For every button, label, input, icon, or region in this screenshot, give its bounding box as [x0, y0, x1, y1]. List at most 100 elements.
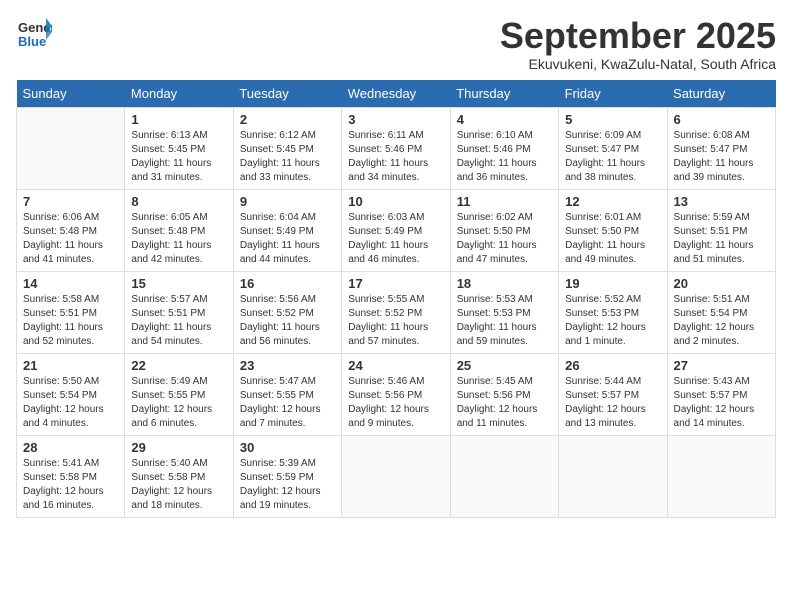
calendar-week-row: 28 Sunrise: 5:41 AMSunset: 5:58 PMDayligh… — [17, 435, 776, 517]
calendar-week-row: 1Sunrise: 6:13 AMSunset: 5:45 PMDaylight… — [17, 107, 776, 189]
day-info: Sunrise: 6:08 AMSunset: 5:47 PMDaylight:… — [674, 129, 769, 185]
table-row: 13 Sunrise: 5:59 AMSunset: 5:51 PMDayligh… — [667, 189, 775, 271]
day-info: Sunrise: 5:49 AMSunset: 5:55 PMDaylight:… — [131, 375, 226, 431]
day-number: 27 — [674, 358, 769, 373]
header-sunday: Sunday — [17, 80, 125, 108]
day-info: Sunrise: 5:43 AMSunset: 5:57 PMDaylight:… — [674, 375, 769, 431]
day-info: Sunrise: 6:12 AMSunset: 5:45 PMDaylight:… — [240, 129, 335, 185]
day-info: Sunrise: 6:05 AMSunset: 5:48 PMDaylight:… — [131, 211, 226, 267]
table-row: 26Sunrise: 5:44 AMSunset: 5:57 PMDayligh… — [559, 353, 667, 435]
title-block: September 2025 Ekuvukeni, KwaZulu-Natal,… — [500, 16, 776, 72]
table-row: 4 Sunrise: 6:10 AMSunset: 5:46 PMDaylight… — [450, 107, 558, 189]
day-number: 23 — [240, 358, 335, 373]
header-monday: Monday — [125, 80, 233, 108]
day-info: Sunrise: 5:47 AMSunset: 5:55 PMDaylight:… — [240, 375, 335, 431]
day-number: 13 — [674, 194, 769, 209]
day-number: 1 — [131, 112, 226, 127]
table-row: 14 Sunrise: 5:58 AMSunset: 5:51 PMDayligh… — [17, 271, 125, 353]
day-info: Sunrise: 6:11 AMSunset: 5:46 PMDaylight:… — [348, 129, 443, 185]
location-subtitle: Ekuvukeni, KwaZulu-Natal, South Africa — [500, 56, 776, 72]
day-number: 12 — [565, 194, 660, 209]
calendar-week-row: 14 Sunrise: 5:58 AMSunset: 5:51 PMDayligh… — [17, 271, 776, 353]
day-number: 10 — [348, 194, 443, 209]
day-number: 28 — [23, 440, 118, 455]
day-info: Sunrise: 6:09 AMSunset: 5:47 PMDaylight:… — [565, 129, 660, 185]
calendar-week-row: 21 Sunrise: 5:50 AMSunset: 5:54 PMDayligh… — [17, 353, 776, 435]
day-info: Sunrise: 5:53 AMSunset: 5:53 PMDaylight:… — [457, 293, 552, 349]
calendar-header-row: Sunday Monday Tuesday Wednesday Thursday… — [17, 80, 776, 108]
day-info: Sunrise: 5:45 AMSunset: 5:56 PMDaylight:… — [457, 375, 552, 431]
day-number: 30 — [240, 440, 335, 455]
day-info: Sunrise: 5:56 AMSunset: 5:52 PMDaylight:… — [240, 293, 335, 349]
table-row: 8 Sunrise: 6:05 AMSunset: 5:48 PMDaylight… — [125, 189, 233, 271]
logo-icon: General Blue — [16, 16, 52, 52]
table-row: 25 Sunrise: 5:45 AMSunset: 5:56 PMDayligh… — [450, 353, 558, 435]
day-number: 6 — [674, 112, 769, 127]
table-row: 1Sunrise: 6:13 AMSunset: 5:45 PMDaylight… — [125, 107, 233, 189]
table-row: 10Sunrise: 6:03 AMSunset: 5:49 PMDayligh… — [342, 189, 450, 271]
day-number: 20 — [674, 276, 769, 291]
table-row: 11Sunrise: 6:02 AMSunset: 5:50 PMDayligh… — [450, 189, 558, 271]
day-number: 25 — [457, 358, 552, 373]
day-number: 8 — [131, 194, 226, 209]
calendar-table: Sunday Monday Tuesday Wednesday Thursday… — [16, 80, 776, 518]
day-info: Sunrise: 5:51 AMSunset: 5:54 PMDaylight:… — [674, 293, 769, 349]
day-number: 14 — [23, 276, 118, 291]
header-wednesday: Wednesday — [342, 80, 450, 108]
table-row: 2 Sunrise: 6:12 AMSunset: 5:45 PMDaylight… — [233, 107, 341, 189]
day-info: Sunrise: 5:40 AMSunset: 5:58 PMDaylight:… — [131, 457, 226, 513]
day-info: Sunrise: 5:39 AMSunset: 5:59 PMDaylight:… — [240, 457, 335, 513]
day-number: 7 — [23, 194, 118, 209]
day-number: 29 — [131, 440, 226, 455]
table-row: 5 Sunrise: 6:09 AMSunset: 5:47 PMDaylight… — [559, 107, 667, 189]
table-row — [667, 435, 775, 517]
header-friday: Friday — [559, 80, 667, 108]
header-saturday: Saturday — [667, 80, 775, 108]
header-tuesday: Tuesday — [233, 80, 341, 108]
table-row: 22 Sunrise: 5:49 AMSunset: 5:55 PMDayligh… — [125, 353, 233, 435]
table-row: 24 Sunrise: 5:46 AMSunset: 5:56 PMDayligh… — [342, 353, 450, 435]
day-info: Sunrise: 5:44 AMSunset: 5:57 PMDaylight:… — [565, 375, 660, 431]
table-row: 7 Sunrise: 6:06 AMSunset: 5:48 PMDaylight… — [17, 189, 125, 271]
day-info: Sunrise: 5:59 AMSunset: 5:51 PMDaylight:… — [674, 211, 769, 267]
table-row: 9Sunrise: 6:04 AMSunset: 5:49 PMDaylight… — [233, 189, 341, 271]
day-info: Sunrise: 5:55 AMSunset: 5:52 PMDaylight:… — [348, 293, 443, 349]
table-row — [450, 435, 558, 517]
day-info: Sunrise: 5:50 AMSunset: 5:54 PMDaylight:… — [23, 375, 118, 431]
day-info: Sunrise: 5:46 AMSunset: 5:56 PMDaylight:… — [348, 375, 443, 431]
table-row: 23 Sunrise: 5:47 AMSunset: 5:55 PMDayligh… — [233, 353, 341, 435]
month-title: September 2025 — [500, 16, 776, 56]
day-number: 3 — [348, 112, 443, 127]
day-info: Sunrise: 5:58 AMSunset: 5:51 PMDaylight:… — [23, 293, 118, 349]
day-number: 22 — [131, 358, 226, 373]
calendar-week-row: 7 Sunrise: 6:06 AMSunset: 5:48 PMDaylight… — [17, 189, 776, 271]
day-info: Sunrise: 5:57 AMSunset: 5:51 PMDaylight:… — [131, 293, 226, 349]
day-number: 16 — [240, 276, 335, 291]
table-row: 27 Sunrise: 5:43 AMSunset: 5:57 PMDayligh… — [667, 353, 775, 435]
table-row: 20 Sunrise: 5:51 AMSunset: 5:54 PMDayligh… — [667, 271, 775, 353]
table-row: 12Sunrise: 6:01 AMSunset: 5:50 PMDayligh… — [559, 189, 667, 271]
table-row — [342, 435, 450, 517]
header-thursday: Thursday — [450, 80, 558, 108]
day-number: 2 — [240, 112, 335, 127]
logo: General Blue — [16, 16, 56, 57]
day-number: 24 — [348, 358, 443, 373]
day-number: 15 — [131, 276, 226, 291]
table-row: 15 Sunrise: 5:57 AMSunset: 5:51 PMDayligh… — [125, 271, 233, 353]
table-row: 18 Sunrise: 5:53 AMSunset: 5:53 PMDayligh… — [450, 271, 558, 353]
day-number: 18 — [457, 276, 552, 291]
day-number: 21 — [23, 358, 118, 373]
day-number: 5 — [565, 112, 660, 127]
day-info: Sunrise: 6:10 AMSunset: 5:46 PMDaylight:… — [457, 129, 552, 185]
table-row: 6 Sunrise: 6:08 AMSunset: 5:47 PMDaylight… — [667, 107, 775, 189]
day-info: Sunrise: 5:41 AMSunset: 5:58 PMDaylight:… — [23, 457, 118, 513]
day-number: 4 — [457, 112, 552, 127]
table-row — [559, 435, 667, 517]
day-number: 11 — [457, 194, 552, 209]
table-row: 28 Sunrise: 5:41 AMSunset: 5:58 PMDayligh… — [17, 435, 125, 517]
day-number: 19 — [565, 276, 660, 291]
day-info: Sunrise: 6:06 AMSunset: 5:48 PMDaylight:… — [23, 211, 118, 267]
day-number: 9 — [240, 194, 335, 209]
table-row: 19Sunrise: 5:52 AMSunset: 5:53 PMDayligh… — [559, 271, 667, 353]
day-number: 17 — [348, 276, 443, 291]
